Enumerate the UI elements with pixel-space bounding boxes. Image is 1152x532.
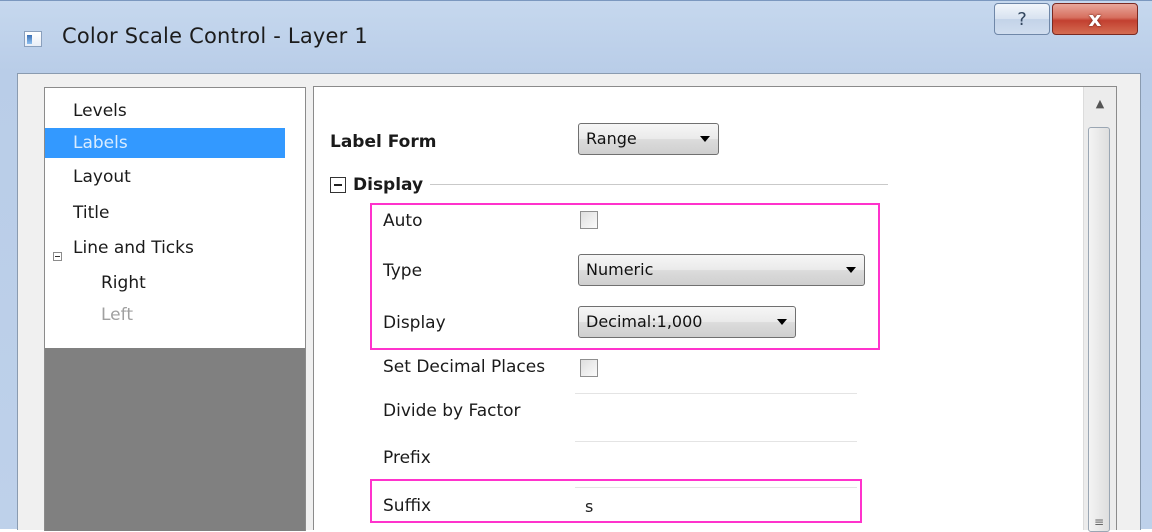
- tree-item-title[interactable]: Title: [45, 198, 305, 228]
- chevron-down-icon: [846, 267, 856, 273]
- display-format-value: Decimal:1,000: [586, 312, 703, 331]
- grip-icon: ≡: [1094, 515, 1105, 529]
- dialog-window: Color Scale Control - Layer 1 ? x Levels…: [0, 0, 1152, 532]
- suffix-input[interactable]: s: [575, 487, 857, 527]
- divide-by-factor-input[interactable]: [575, 393, 857, 433]
- tree-item-right[interactable]: Right: [45, 268, 305, 298]
- tree-item-left: Left: [101, 305, 133, 325]
- group-divider: [430, 184, 888, 185]
- tree-item-layout[interactable]: Layout: [45, 162, 305, 192]
- tree-item-line-and-ticks[interactable]: Line and Ticks: [45, 233, 305, 263]
- type-dropdown[interactable]: Numeric: [578, 254, 865, 286]
- display-group-label: Display: [353, 175, 424, 195]
- title-bar[interactable]: Color Scale Control - Layer 1 ? x: [0, 1, 1152, 73]
- navigation-tree[interactable]: Levels Labels Layout Title Line and Tick…: [44, 87, 306, 531]
- auto-label: Auto: [383, 211, 423, 231]
- window-title: Color Scale Control - Layer 1: [62, 24, 368, 48]
- type-value: Numeric: [586, 260, 654, 279]
- tree-empty-area: [45, 348, 305, 531]
- display-format-label: Display: [383, 313, 446, 333]
- chevron-down-icon: [700, 136, 710, 142]
- auto-checkbox[interactable]: [580, 211, 598, 229]
- label-form-label: Label Form: [330, 132, 437, 152]
- type-label: Type: [383, 261, 423, 281]
- chevron-down-icon: [777, 319, 787, 325]
- tree-item-labels[interactable]: Labels: [45, 128, 285, 158]
- collapse-icon[interactable]: [330, 177, 346, 193]
- close-button[interactable]: x: [1052, 3, 1138, 35]
- help-button[interactable]: ?: [994, 3, 1050, 35]
- prefix-input[interactable]: [575, 441, 857, 481]
- scroll-thumb[interactable]: ≡: [1088, 127, 1110, 532]
- app-icon: [24, 31, 42, 47]
- label-form-value: Range: [586, 129, 637, 148]
- tree-item-levels[interactable]: Levels: [45, 96, 305, 126]
- set-decimal-places-checkbox[interactable]: [580, 359, 598, 377]
- set-decimal-places-label: Set Decimal Places: [383, 357, 546, 377]
- divide-by-factor-label: Divide by Factor: [383, 401, 521, 421]
- suffix-label: Suffix: [383, 496, 432, 516]
- label-form-dropdown[interactable]: Range: [578, 123, 719, 155]
- vertical-scrollbar[interactable]: ▲ ≡: [1083, 87, 1116, 532]
- scroll-up-arrow-icon[interactable]: ▲: [1084, 87, 1116, 119]
- prefix-label: Prefix: [383, 448, 431, 468]
- display-format-dropdown[interactable]: Decimal:1,000: [578, 306, 796, 338]
